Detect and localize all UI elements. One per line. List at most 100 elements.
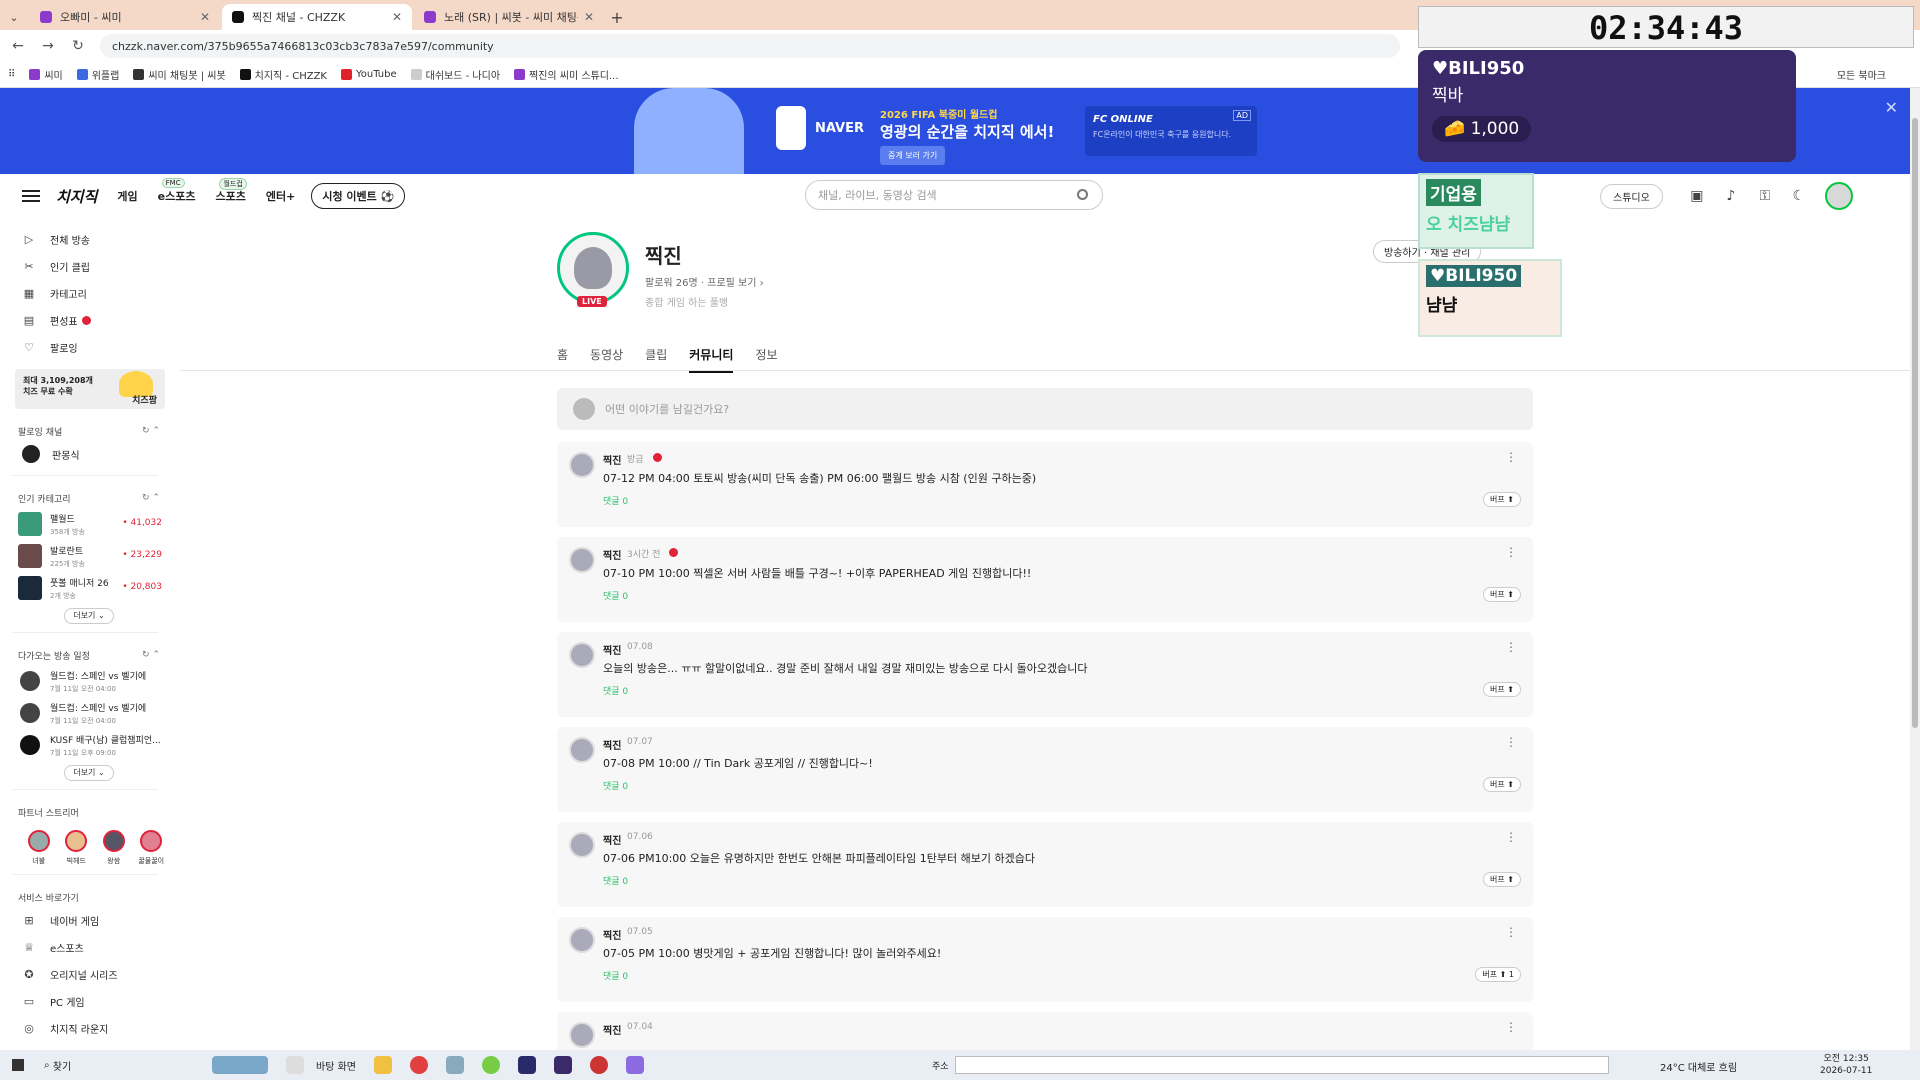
- service-naver-game[interactable]: ⊞ 네이버 게임: [0, 907, 170, 934]
- search-input[interactable]: 채널, 라이브, 동영상 검색: [805, 180, 1103, 210]
- comment-link[interactable]: 댓글 0: [603, 684, 628, 697]
- profile-link[interactable]: 프로필 보기 ›: [707, 278, 763, 289]
- bookmark[interactable]: 대쉬보드 - 나디아: [410, 67, 500, 82]
- tab-videos[interactable]: 동영상: [590, 346, 623, 373]
- post[interactable]: 찍진 07.06 07-06 PM10:00 오늘은 유명하지만 한번도 안해본…: [557, 822, 1533, 907]
- sidebar-item-category[interactable]: ▦ 카테고리: [0, 280, 170, 307]
- chrome-icon[interactable]: [409, 1056, 428, 1074]
- nav-sports[interactable]: 월드컵 스포츠: [215, 178, 247, 204]
- tab-search-icon[interactable]: ⌄: [0, 4, 28, 30]
- channel-avatar[interactable]: [557, 232, 629, 304]
- buff-button[interactable]: 버프 ⬆: [1483, 492, 1521, 507]
- service-esports[interactable]: ♕ e스포츠: [0, 934, 170, 961]
- bookmark[interactable]: 위플랩: [76, 67, 119, 82]
- partner-streamer[interactable]: 꿀물꿀이: [133, 830, 171, 866]
- post[interactable]: 찍진 07.05 07-05 PM 10:00 병맛게임 + 공포게임 진행합니…: [557, 917, 1533, 1002]
- refresh-icon[interactable]: ↻ ⌃: [142, 493, 160, 503]
- sidebar-item-clips[interactable]: ✂ 인기 클립: [0, 253, 170, 280]
- comment-link[interactable]: 댓글 0: [603, 589, 628, 602]
- after-effects-icon[interactable]: [553, 1056, 572, 1074]
- schedule-item[interactable]: 월드컵: 스페인 vs 벨기에 7월 11일 오전 04:00: [0, 665, 170, 697]
- post[interactable]: 찍진 방금 07-12 PM 04:00 토토씨 방송(씨미 단독 송출) PM…: [557, 442, 1533, 527]
- app-icon[interactable]: [481, 1056, 500, 1074]
- more-button[interactable]: 더보기 ⌄: [64, 608, 114, 624]
- more-icon[interactable]: ⋮: [1505, 925, 1517, 939]
- bookmark[interactable]: 씨미: [29, 67, 63, 82]
- more-icon[interactable]: ⋮: [1505, 830, 1517, 844]
- fc-online-ad[interactable]: FC ONLINE FC온라인이 대한민국 축구를 응원합니다. AD: [1085, 106, 1257, 156]
- weather-widget[interactable]: 24°C 대체로 흐림: [1660, 1059, 1737, 1074]
- schedule-item[interactable]: 월드컵: 스페인 vs 벨기에 7월 11일 오전 04:00: [0, 697, 170, 729]
- compose-input[interactable]: 어떤 이야기를 남길건가요?: [557, 388, 1533, 430]
- buff-button[interactable]: 버프 ⬆: [1483, 682, 1521, 697]
- url-field[interactable]: chzzk.naver.com/375b9655a7466813c03cb3c7…: [100, 34, 1400, 58]
- wallet-icon[interactable]: ▣: [1689, 188, 1705, 204]
- new-tab-button[interactable]: +: [604, 4, 630, 30]
- back-icon[interactable]: ←: [6, 38, 30, 54]
- comment-link[interactable]: 댓글 0: [603, 494, 628, 507]
- tab-clips[interactable]: 클립: [645, 346, 667, 373]
- services-header[interactable]: 서비스 바로가기: [0, 887, 170, 907]
- bookmarks-folder[interactable]: 모든 북마크: [1837, 67, 1886, 82]
- app-icon[interactable]: [445, 1056, 464, 1074]
- category-item[interactable]: 풋볼 매니저 26 2개 방송 • 20,803: [0, 572, 170, 604]
- windows-start-icon[interactable]: [12, 1059, 24, 1071]
- more-icon[interactable]: ⋮: [1505, 640, 1517, 654]
- post[interactable]: 찍진 3시간 전 07-10 PM 10:00 찍셀온 서버 사람들 배틀 구경…: [557, 537, 1533, 622]
- more-icon[interactable]: ⋮: [1505, 735, 1517, 749]
- service-original[interactable]: ✪ 오리지널 시리즈: [0, 961, 170, 988]
- menu-icon[interactable]: [22, 190, 40, 202]
- dark-mode-icon[interactable]: ☾: [1791, 188, 1807, 204]
- cheese-farm-banner[interactable]: 최대 3,109,208개 치즈 무료 수확 치즈팜: [15, 369, 165, 409]
- comment-link[interactable]: 댓글 0: [603, 874, 628, 887]
- more-icon[interactable]: ⋮: [1505, 545, 1517, 559]
- tab-close-icon[interactable]: ✕: [200, 10, 210, 24]
- bookmark[interactable]: YouTube: [340, 69, 397, 80]
- partner-streamer[interactable]: 빅헤드: [58, 830, 96, 866]
- scrollbar[interactable]: [1910, 88, 1920, 1050]
- buff-button[interactable]: 버프 ⬆: [1483, 587, 1521, 602]
- refresh-icon[interactable]: ↻ ⌃: [142, 426, 160, 436]
- following-channel[interactable]: 판몽식: [0, 441, 170, 467]
- obs-icon[interactable]: [589, 1056, 608, 1074]
- bookmark[interactable]: 찍진의 씨미 스튜디...: [514, 67, 619, 82]
- premiere-icon[interactable]: [517, 1056, 536, 1074]
- reload-icon[interactable]: ↻: [66, 38, 90, 54]
- buff-button[interactable]: 버프 ⬆: [1483, 777, 1521, 792]
- category-item[interactable]: 팰월드 358개 방송 • 41,032: [0, 508, 170, 540]
- sidebar-item-all-live[interactable]: ▷ 전체 방송: [0, 226, 170, 253]
- tab-close-icon[interactable]: ✕: [392, 10, 402, 24]
- sidebar-item-schedule[interactable]: ▤ 편성표: [0, 307, 170, 334]
- browser-tab-3[interactable]: 노래 (SR) | 씨봇 - 씨미 채팅봇 ✕: [414, 4, 604, 30]
- browser-tab-1[interactable]: 오빠미 - 씨미 ✕: [30, 4, 220, 30]
- avatar[interactable]: [1824, 182, 1853, 210]
- post[interactable]: 찍진 07.08 오늘의 방송은... ㅠㅠ 할말이없네요.. 경말 준비 잘해…: [557, 632, 1533, 717]
- partner-header[interactable]: 파트너 스트리머: [0, 802, 170, 822]
- file-explorer-icon[interactable]: [373, 1056, 392, 1074]
- bookmark[interactable]: 치지직 - CHZZK: [239, 67, 327, 82]
- apps-icon[interactable]: ⠿: [8, 69, 15, 80]
- ad-close-icon[interactable]: ✕: [1885, 98, 1898, 117]
- schedule-item[interactable]: KUSF 배구(남) 클럽챔피언... 7월 11일 오후 09:00: [0, 729, 170, 761]
- post[interactable]: 찍진 07.07 07-08 PM 10:00 // Tin Dark 공포게임…: [557, 727, 1533, 812]
- tab-info[interactable]: 정보: [755, 346, 777, 373]
- buff-button[interactable]: 버프 ⬆: [1483, 872, 1521, 887]
- tab-home[interactable]: 홈: [557, 346, 568, 373]
- buff-button[interactable]: 버프 ⬆ 1: [1475, 967, 1521, 982]
- tab-community[interactable]: 커뮤니티: [689, 346, 734, 373]
- category-item[interactable]: 발로란트 225개 방송 • 23,229: [0, 540, 170, 572]
- service-lounge[interactable]: ◎ 치지직 라운지: [0, 1015, 170, 1042]
- more-icon[interactable]: ⋮: [1505, 450, 1517, 464]
- refresh-icon[interactable]: ↻ ⌃: [142, 650, 160, 660]
- studio-button[interactable]: 스튜디오: [1600, 183, 1663, 209]
- service-pc-game[interactable]: ▭ PC 게임: [0, 988, 170, 1015]
- system-clock[interactable]: 오전 12:35 2026-07-11: [1820, 1053, 1872, 1077]
- scrollbar-thumb[interactable]: [1912, 118, 1918, 728]
- partner-streamer[interactable]: 녀봘: [20, 830, 58, 866]
- widget-image-icon[interactable]: [212, 1056, 268, 1074]
- nav-game[interactable]: 게임: [117, 188, 137, 204]
- browser-tab-2[interactable]: 찍진 채널 - CHZZK ✕: [222, 4, 412, 30]
- bookmark[interactable]: 씨미 채팅봇 | 씨봇: [133, 67, 226, 82]
- nav-entertainment[interactable]: 엔터+: [266, 188, 295, 204]
- more-button[interactable]: 더보기 ⌄: [64, 765, 114, 781]
